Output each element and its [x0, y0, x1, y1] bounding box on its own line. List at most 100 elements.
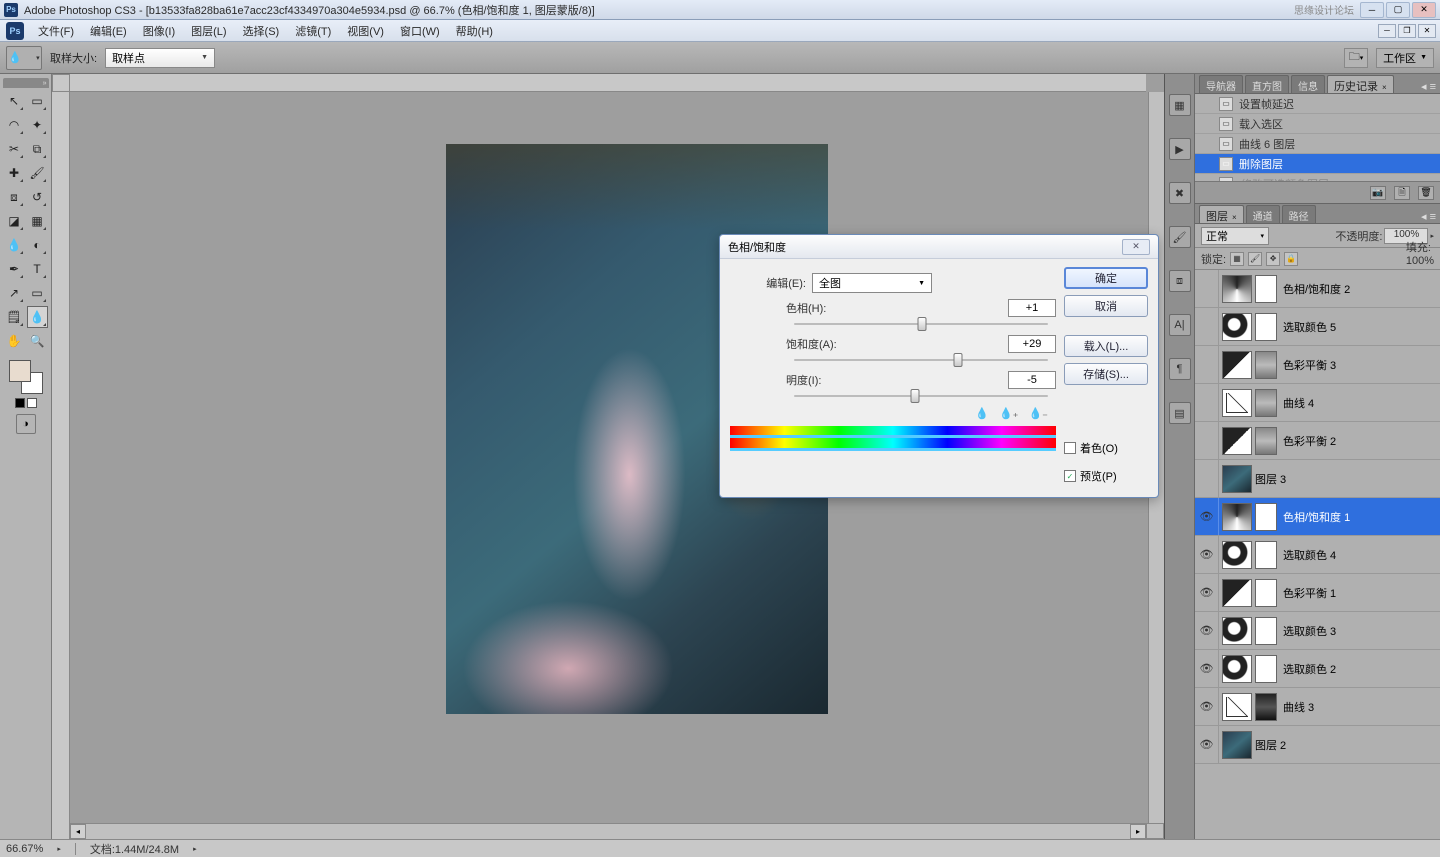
layer-mask-thumb[interactable] [1255, 275, 1277, 303]
zoom-value[interactable]: 66.67% [6, 843, 43, 855]
save-button[interactable]: 存储(S)... [1064, 363, 1148, 385]
tab-info[interactable]: 信息 [1291, 75, 1325, 93]
move-tool[interactable]: ↖ [4, 90, 25, 112]
crop-tool[interactable]: ✂ [4, 138, 25, 160]
dialog-titlebar[interactable]: 色相/饱和度 ✕ [720, 235, 1158, 259]
fill-input[interactable]: 100% [1406, 255, 1434, 267]
swap-colors-icon[interactable] [27, 398, 37, 408]
eyedropper-minus-icon[interactable]: 💧₋ [1028, 407, 1048, 420]
eyedropper-plus-icon[interactable]: 💧₊ [999, 407, 1019, 420]
layer-item[interactable]: 图层 3 [1195, 460, 1440, 498]
menu-选择(S)[interactable]: 选择(S) [235, 20, 288, 42]
layer-thumb[interactable] [1222, 465, 1252, 493]
layer-mask-thumb[interactable] [1255, 427, 1277, 455]
layer-visibility-toggle[interactable]: 👁 [1195, 650, 1219, 687]
minimize-button[interactable]: ─ [1360, 2, 1384, 18]
layer-thumb[interactable] [1222, 541, 1252, 569]
hue-slider[interactable] [794, 323, 1048, 325]
layer-thumb[interactable] [1222, 617, 1252, 645]
character-panel-icon[interactable]: A| [1169, 314, 1191, 336]
layer-visibility-toggle[interactable]: 👁 [1195, 612, 1219, 649]
layer-name[interactable]: 选取颜色 5 [1283, 319, 1440, 335]
history-item[interactable]: ▭修改可选颜色图层 [1195, 174, 1440, 181]
magic-wand-tool[interactable]: ✦ [27, 114, 48, 136]
layer-mask-thumb[interactable] [1255, 503, 1277, 531]
doc-restore-button[interactable]: ❐ [1398, 24, 1416, 38]
layer-item[interactable]: 👁选取颜色 4 [1195, 536, 1440, 574]
menu-滤镜(T)[interactable]: 滤镜(T) [287, 20, 339, 42]
tab-navigator[interactable]: 导航器 [1199, 75, 1243, 93]
history-brush-tool[interactable]: ↺ [27, 186, 48, 208]
foreground-color-swatch[interactable] [9, 360, 31, 382]
clone-panel-icon[interactable]: ⧈ [1169, 270, 1191, 292]
healing-tool[interactable]: ✚ [4, 162, 25, 184]
marquee-tool[interactable]: ▭ [27, 90, 48, 112]
lightness-slider[interactable] [794, 395, 1048, 397]
layer-mask-thumb[interactable] [1255, 617, 1277, 645]
saturation-slider[interactable] [794, 359, 1048, 361]
dialog-close-button[interactable]: ✕ [1122, 239, 1150, 255]
layer-name[interactable]: 色相/饱和度 1 [1283, 509, 1440, 525]
quick-mask-button[interactable]: ◑ [16, 414, 36, 434]
zoom-menu-icon[interactable]: ▸ [57, 845, 61, 853]
brush-tool[interactable]: 🖌 [27, 162, 48, 184]
tab-layers[interactable]: 图层× [1199, 205, 1244, 223]
panel-menu-icon[interactable]: ◂ ≡ [1421, 210, 1436, 223]
lasso-tool[interactable]: ◠ [4, 114, 25, 136]
zoom-tool[interactable]: 🔍 [27, 330, 48, 352]
layer-visibility-toggle[interactable] [1195, 346, 1219, 383]
navigator-icon[interactable]: ▦ [1169, 94, 1191, 116]
colorize-checkbox[interactable] [1064, 442, 1076, 454]
layer-mask-thumb[interactable] [1255, 313, 1277, 341]
layer-name[interactable]: 色彩平衡 3 [1283, 357, 1440, 373]
history-item[interactable]: ▭设置帧延迟 [1195, 94, 1440, 114]
maximize-button[interactable]: ▢ [1386, 2, 1410, 18]
type-tool[interactable]: T [27, 258, 48, 280]
blur-tool[interactable]: 💧 [4, 234, 25, 256]
eraser-tool[interactable]: ◪ [4, 210, 25, 232]
close-button[interactable]: ✕ [1412, 2, 1436, 18]
layer-item[interactable]: 色彩平衡 2 [1195, 422, 1440, 460]
layer-mask-thumb[interactable] [1255, 579, 1277, 607]
doc-close-button[interactable]: ✕ [1418, 24, 1436, 38]
resize-corner[interactable] [1146, 823, 1164, 839]
layer-thumb[interactable] [1222, 655, 1252, 683]
menu-编辑(E)[interactable]: 编辑(E) [82, 20, 135, 42]
layer-name[interactable]: 选取颜色 3 [1283, 623, 1440, 639]
layer-mask-thumb[interactable] [1255, 693, 1277, 721]
cancel-button[interactable]: 取消 [1064, 295, 1148, 317]
layer-thumb[interactable] [1222, 503, 1252, 531]
layer-visibility-toggle[interactable]: 👁 [1195, 498, 1219, 535]
menu-图像(I)[interactable]: 图像(I) [135, 20, 183, 42]
layer-name[interactable]: 色相/饱和度 2 [1283, 281, 1440, 297]
snapshot-icon[interactable]: 📷 [1370, 186, 1386, 200]
hue-input[interactable] [1008, 299, 1056, 317]
layer-thumb[interactable] [1222, 313, 1252, 341]
layer-visibility-toggle[interactable] [1195, 422, 1219, 459]
layer-visibility-toggle[interactable]: 👁 [1195, 688, 1219, 725]
trash-icon[interactable]: 🗑 [1418, 186, 1434, 200]
lightness-input[interactable] [1008, 371, 1056, 389]
layer-name[interactable]: 图层 2 [1255, 737, 1440, 753]
layer-mask-thumb[interactable] [1255, 655, 1277, 683]
lock-image-icon[interactable]: 🖌 [1248, 252, 1262, 266]
layer-visibility-toggle[interactable] [1195, 270, 1219, 307]
preview-checkbox[interactable]: ✓ [1064, 470, 1076, 482]
tab-channels[interactable]: 通道 [1246, 205, 1280, 223]
layer-name[interactable]: 曲线 3 [1283, 699, 1440, 715]
tool-preset-picker[interactable]: 💧 [6, 46, 42, 70]
workspace-switcher[interactable]: 工作区 ▼ [1376, 48, 1434, 68]
layer-mask-thumb[interactable] [1255, 351, 1277, 379]
edit-channel-combo[interactable]: 全图 ▼ [812, 273, 932, 293]
layer-item[interactable]: 👁 色相/饱和度 1 [1195, 498, 1440, 536]
eyedropper-tool[interactable]: 💧 [27, 306, 48, 328]
layer-thumb[interactable] [1222, 579, 1252, 607]
layer-thumb[interactable] [1222, 427, 1252, 455]
saturation-input[interactable] [1008, 335, 1056, 353]
menu-图层(L)[interactable]: 图层(L) [183, 20, 234, 42]
stamp-tool[interactable]: ⧈ [4, 186, 25, 208]
doc-minimize-button[interactable]: ─ [1378, 24, 1396, 38]
menu-窗口(W)[interactable]: 窗口(W) [392, 20, 448, 42]
layer-item[interactable]: 👁选取颜色 2 [1195, 650, 1440, 688]
layer-item[interactable]: 👁 选取颜色 3 [1195, 612, 1440, 650]
